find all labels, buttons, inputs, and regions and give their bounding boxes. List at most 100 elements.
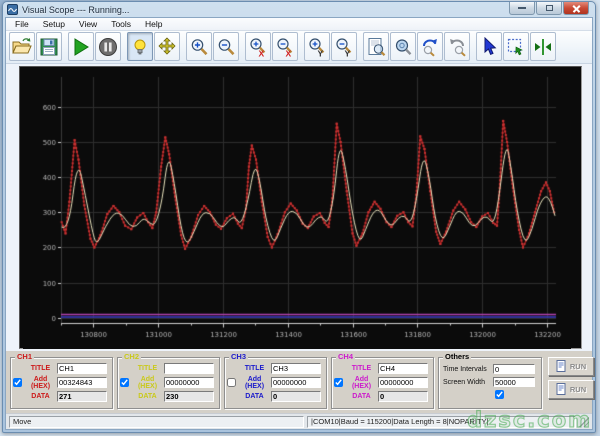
ch2-data-value [164,391,214,403]
ch3-add-hex-input[interactable] [271,377,321,389]
zoom-out-icon [218,39,235,55]
zoom-in-button[interactable] [186,32,212,62]
run-doc-icon [556,383,566,396]
move-button[interactable] [154,32,180,62]
screen-width-input[interactable] [493,377,535,388]
menu-setup[interactable]: Setup [36,18,72,31]
app-window: Visual Scope --- Running... File Setup V… [2,1,596,433]
run-button-2[interactable]: RUN [548,379,594,399]
svg-text:Y: Y [345,48,351,57]
play-icon [74,37,89,56]
menu-file[interactable]: File [8,18,36,31]
title-label: TITLE [30,365,51,373]
zoom-y-out-button[interactable]: Y [331,32,357,62]
run-start-button[interactable] [68,32,94,62]
zoom-x-in-icon: X [250,38,266,57]
light-toggle-button[interactable] [127,32,153,62]
time-intervals-input[interactable] [493,364,535,375]
run-buttons-column: RUN RUN [548,356,594,403]
svg-text:X: X [286,48,292,57]
menu-bar: File Setup View Tools Help [6,18,592,31]
add-hex-label: Add (HEX) [137,375,158,390]
ch3-title-input[interactable] [271,363,321,375]
select-region-button[interactable] [503,32,529,62]
menu-help[interactable]: Help [138,18,169,31]
app-icon [7,4,18,15]
menu-tools[interactable]: Tools [104,18,138,31]
window-client: File Setup View Tools Help X X Y Y CH1 T… [5,17,594,430]
save-button[interactable] [36,32,62,62]
move-icon [158,37,176,55]
save-icon [40,38,58,56]
ch1-add-hex-input[interactable] [57,377,107,389]
data-label: DATA [245,393,264,401]
status-bar: Move |COM10|Baud = 115200|Data Length = … [6,413,592,429]
add-hex-label: Add (HEX) [30,375,51,390]
pause-icon [99,37,117,56]
zoom-window-button[interactable] [390,32,416,62]
ch4-add-hex-input[interactable] [378,377,428,389]
maximize-icon [545,5,553,11]
ch3-data-value [271,391,321,403]
waveform-canvas[interactable] [23,68,571,349]
channel-legend: CH1 [15,351,35,361]
channel-panel-ch2: CH2 TITLE Add (HEX) DATA [117,352,220,409]
data-label: DATA [352,393,371,401]
zoom-in-icon [191,39,208,55]
close-button[interactable] [563,2,589,15]
maximize-button[interactable] [536,2,562,15]
ch2-title-input[interactable] [164,363,214,375]
resize-grip-icon[interactable] [579,416,589,427]
zoom-x-out-icon: X [277,38,293,57]
zoom-undo-button[interactable] [417,32,443,62]
add-hex-label: Add (HEX) [351,375,372,390]
open-button[interactable] [9,32,35,62]
ch2-add-hex-checkbox[interactable] [120,378,129,388]
ch3-add-hex-checkbox[interactable] [227,378,236,388]
zoom-page-icon [368,37,386,56]
menu-view[interactable]: View [72,18,104,31]
channel-panel-ch3: CH3 TITLE Add (HEX) DATA [224,352,327,409]
markers-icon [535,38,551,55]
channel-panel-ch1: CH1 TITLE Add (HEX) DATA [10,352,113,409]
status-left: Move [9,415,304,428]
minimize-icon [518,7,526,9]
channel-legend: CH2 [122,351,142,361]
toolbar: X X Y Y [6,31,592,64]
others-panel: Others Time Intervals Screen Width [438,352,542,409]
ch1-title-input[interactable] [57,363,107,375]
ch1-add-hex-checkbox[interactable] [13,378,22,388]
ch2-add-hex-input[interactable] [164,377,214,389]
channel-legend: CH3 [229,351,249,361]
zoom-y-in-icon: Y [309,38,325,57]
channel-legend: CH4 [336,351,356,361]
data-label: DATA [138,393,157,401]
title-label: TITLE [351,365,372,373]
others-legend: Others [443,351,472,361]
zoom-page-button[interactable] [363,32,389,62]
markers-button[interactable] [530,32,556,62]
window-title: Visual Scope --- Running... [22,4,130,15]
cursor-button[interactable] [476,32,502,62]
zoom-x-out-button[interactable]: X [272,32,298,62]
select-region-icon [507,38,523,56]
zoom-y-in-button[interactable]: Y [304,32,330,62]
ch4-add-hex-checkbox[interactable] [334,378,343,388]
ch1-data-value [57,391,107,403]
minimize-button[interactable] [509,2,535,15]
zoom-x-in-button[interactable]: X [245,32,271,62]
plot-area[interactable] [19,65,582,349]
svg-text:Y: Y [318,48,324,57]
pause-button[interactable] [95,32,121,62]
close-icon [572,4,581,13]
run-button-1[interactable]: RUN [548,356,594,376]
others-extra-checkbox[interactable] [495,389,504,399]
zoom-redo-icon [450,38,466,57]
zoom-redo-button[interactable] [444,32,470,62]
folder-open-icon [12,37,32,54]
zoom-out-button[interactable] [213,32,239,62]
channel-panel-ch4: CH4 TITLE Add (HEX) DATA [331,352,434,409]
title-label: TITLE [244,365,265,373]
zoom-y-out-icon: Y [336,38,352,57]
ch4-title-input[interactable] [378,363,428,375]
